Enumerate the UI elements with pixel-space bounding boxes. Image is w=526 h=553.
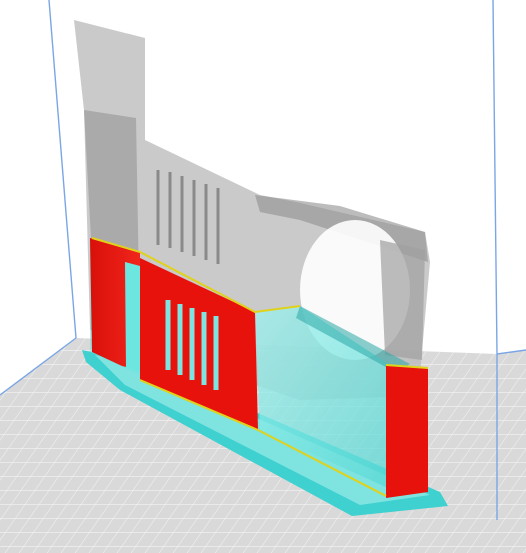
layer-preview-scene[interactable] — [0, 0, 526, 553]
3d-print-preview-viewport[interactable] — [0, 0, 526, 553]
